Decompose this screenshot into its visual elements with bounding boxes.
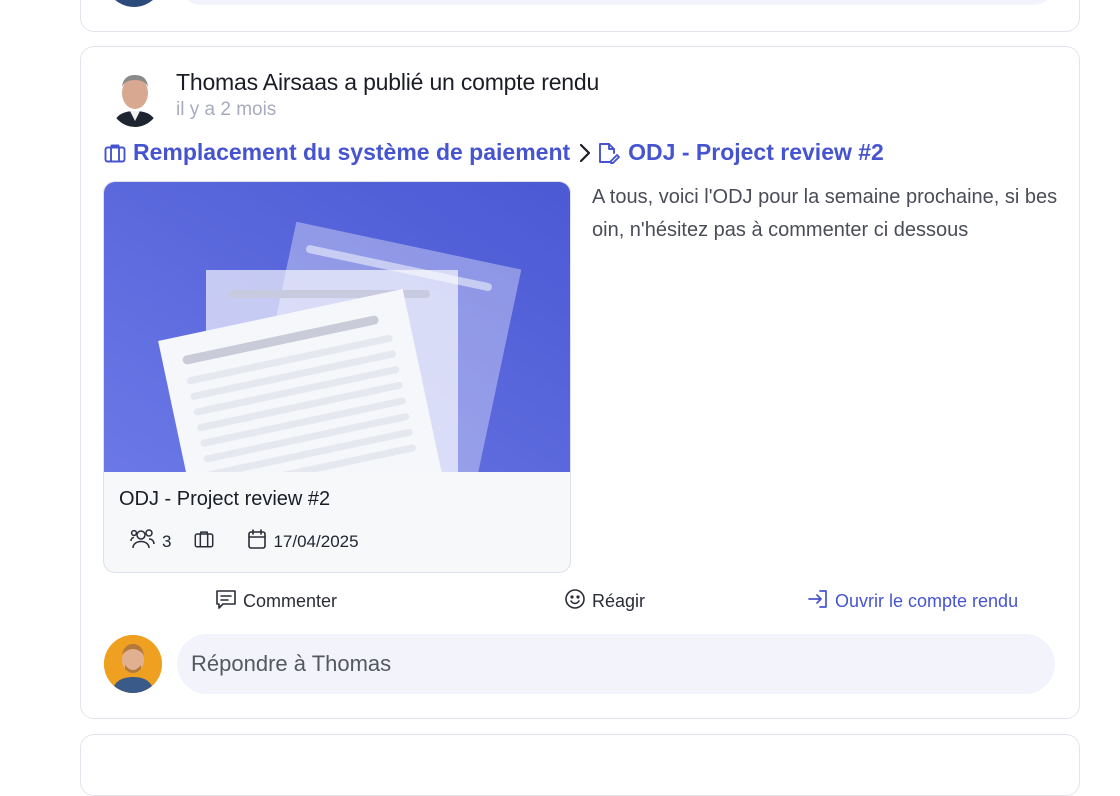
author-avatar[interactable] bbox=[109, 69, 161, 127]
open-report-label: Ouvrir le compte rendu bbox=[835, 591, 1019, 611]
comment-button[interactable]: Commenter bbox=[215, 588, 337, 615]
breadcrumb-report-link[interactable]: ODJ - Project review #2 bbox=[628, 139, 884, 166]
avatar bbox=[105, 0, 163, 7]
post-timestamp: il y a 2 mois bbox=[176, 99, 277, 120]
smile-icon bbox=[564, 588, 592, 615]
open-report-button[interactable]: Ouvrir le compte rendu bbox=[807, 588, 1018, 615]
previous-reply-input[interactable] bbox=[179, 0, 1055, 5]
next-post-card bbox=[80, 734, 1080, 796]
report-thumbnail bbox=[104, 182, 570, 472]
previous-post-card bbox=[80, 0, 1080, 32]
briefcase-icon bbox=[193, 528, 215, 555]
post-body: A tous, voici l'ODJ pour la semaine proc… bbox=[592, 186, 1058, 241]
comment-label: Commenter bbox=[243, 591, 338, 611]
chevron-right-icon bbox=[578, 142, 592, 164]
document-edit-icon bbox=[596, 141, 622, 165]
report-preview-card[interactable]: ODJ - Project review #2 3 17/04/2025 bbox=[103, 181, 571, 573]
preview-title: ODJ - Project review #2 bbox=[119, 488, 331, 510]
comment-icon bbox=[215, 588, 243, 615]
users-icon bbox=[130, 528, 156, 555]
briefcase-icon bbox=[103, 141, 127, 165]
reply-input[interactable] bbox=[177, 634, 1055, 694]
participants-count: 3 bbox=[162, 531, 172, 551]
open-arrow-icon bbox=[807, 588, 835, 615]
react-button[interactable]: Réagir bbox=[564, 588, 645, 615]
post-headline: Thomas Airsaas a publié un compte rendu bbox=[176, 69, 600, 95]
report-date: 17/04/2025 bbox=[273, 531, 359, 551]
calendar-icon bbox=[247, 528, 267, 555]
preview-meta: 3 17/04/2025 bbox=[130, 528, 359, 555]
breadcrumb: Remplacement du système de paiement ODJ … bbox=[103, 139, 884, 166]
breadcrumb-project-link[interactable]: Remplacement du système de paiement bbox=[133, 139, 570, 166]
post-card: Thomas Airsaas a publié un compte rendu … bbox=[80, 46, 1080, 719]
current-user-avatar[interactable] bbox=[104, 635, 162, 693]
react-label: Réagir bbox=[592, 591, 646, 611]
